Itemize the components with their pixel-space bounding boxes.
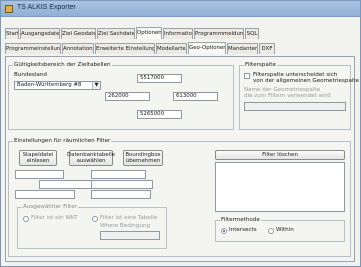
radio-within[interactable] (268, 228, 274, 234)
tab-geo-optionen[interactable]: Geo-Optionen (188, 42, 226, 54)
tab-dxf[interactable]: DXF (259, 43, 275, 54)
where-condition-input[interactable] (100, 231, 160, 240)
geometry-column-label-2: die zum Filtern verwendet wird (244, 93, 331, 99)
clear-filter-button[interactable]: Filter löschen (215, 150, 345, 160)
tab-mandanten[interactable]: Mandanten (227, 43, 258, 54)
application-window: TS ALKIS Exporter Start Ausgangsdaten Zi… (0, 0, 361, 267)
filter-bbox-input-6[interactable] (91, 190, 151, 199)
state-select[interactable]: Baden-Württemberg #8 ▼ (14, 81, 101, 90)
filter-bbox-input-5[interactable] (15, 190, 75, 199)
where-condition-label: Where Bedingung (100, 223, 151, 229)
window-title: TS ALKIS Exporter (17, 4, 76, 11)
select-db-table-label-2: auswählen (76, 158, 106, 164)
south-coordinate-input[interactable]: 5265000 (137, 110, 182, 119)
apply-bbox-button[interactable]: Boundingbox übernehmen (123, 150, 163, 166)
selected-filter-group: Ausgewählter Filter Filter ist ein WKT F… (17, 204, 167, 249)
tab-optionen[interactable]: Optionen (136, 27, 162, 39)
filter-column-legend: Filterspalte (244, 62, 277, 68)
chevron-down-icon: ▼ (92, 82, 100, 89)
filter-list[interactable] (215, 162, 345, 212)
tab-erweiterte-einstellungen[interactable]: Erweiterte Einstellungen (95, 43, 155, 54)
validity-group: Gültigkeitsbereich der Zieltabellen Bund… (8, 62, 234, 130)
filter-bbox-input-4[interactable] (91, 180, 153, 189)
tab-ziel-geodaten[interactable]: Ziel Geodaten (61, 28, 96, 39)
tab-programmmeldungen[interactable]: Programmmeldungen (194, 28, 244, 39)
filter-bbox-input-2[interactable] (91, 170, 146, 179)
radio-intersects-label: Intersects (229, 227, 257, 233)
read-batch-file-label-2: einlesen (26, 158, 50, 164)
state-value: Baden-Württemberg #8 (17, 82, 82, 88)
radio-intersects[interactable] (221, 228, 227, 234)
radio-within-label: Within (276, 227, 294, 233)
north-coordinate-input[interactable]: 5517000 (137, 74, 182, 83)
title-bar: TS ALKIS Exporter (1, 1, 360, 17)
tab-ziel-sachdaten[interactable]: Ziel Sachdaten (97, 28, 135, 39)
east-coordinate-input[interactable]: 613000 (173, 92, 218, 101)
radio-filter-wkt[interactable] (23, 216, 29, 222)
spatial-filter-group: Einstellungen für räumlichen Filter Stap… (8, 138, 351, 257)
west-coordinate-input[interactable]: 262000 (105, 92, 150, 101)
filter-bbox-input-1[interactable] (15, 170, 64, 179)
filter-column-checkbox-label-2: von der allgemeinen Geometriespalte (253, 78, 360, 84)
tab-modellarten[interactable]: Modellarten (156, 43, 187, 54)
geo-options-panel: Gültigkeitsbereich der Zieltabellen Bund… (5, 56, 359, 262)
read-batch-file-button[interactable]: Stapeldatei einlesen (19, 150, 57, 166)
radio-filter-table[interactable] (92, 216, 98, 222)
radio-filter-table-label: Filter ist eine Tabelle (100, 215, 158, 221)
filter-column-checkbox[interactable] (244, 73, 250, 79)
geometry-column-input[interactable] (244, 102, 346, 111)
tab-start[interactable]: Start (5, 28, 19, 39)
tab-information[interactable]: Information (163, 28, 193, 39)
state-label: Bundesland (14, 72, 47, 78)
validity-legend: Gültigkeitsbereich der Zieltabellen (13, 62, 112, 68)
apply-bbox-label-2: übernehmen (125, 158, 161, 164)
tab-sql[interactable]: SQL (245, 28, 259, 39)
filter-bbox-input-3[interactable] (39, 180, 94, 189)
app-icon (5, 5, 13, 13)
spatial-filter-legend: Einstellungen für räumlichen Filter (13, 138, 112, 144)
filter-column-group: Filterspalte Filterspalte unterscheidet … (239, 62, 359, 130)
select-db-table-button[interactable]: Datenbanktabelle auswählen (67, 150, 115, 166)
radio-filter-wkt-label: Filter ist ein WKT (31, 215, 78, 221)
tab-programmeinstellungen[interactable]: Programmeinstellungen (5, 43, 61, 54)
tab-ausgangsdaten[interactable]: Ausgangsdaten (20, 28, 60, 39)
tab-annotations[interactable]: Annotations (62, 43, 94, 54)
filter-method-legend: Filtermethode (220, 217, 261, 223)
selected-filter-legend: Ausgewählter Filter (22, 204, 78, 210)
filter-method-group: Filtermethode Intersects Within (215, 217, 345, 242)
